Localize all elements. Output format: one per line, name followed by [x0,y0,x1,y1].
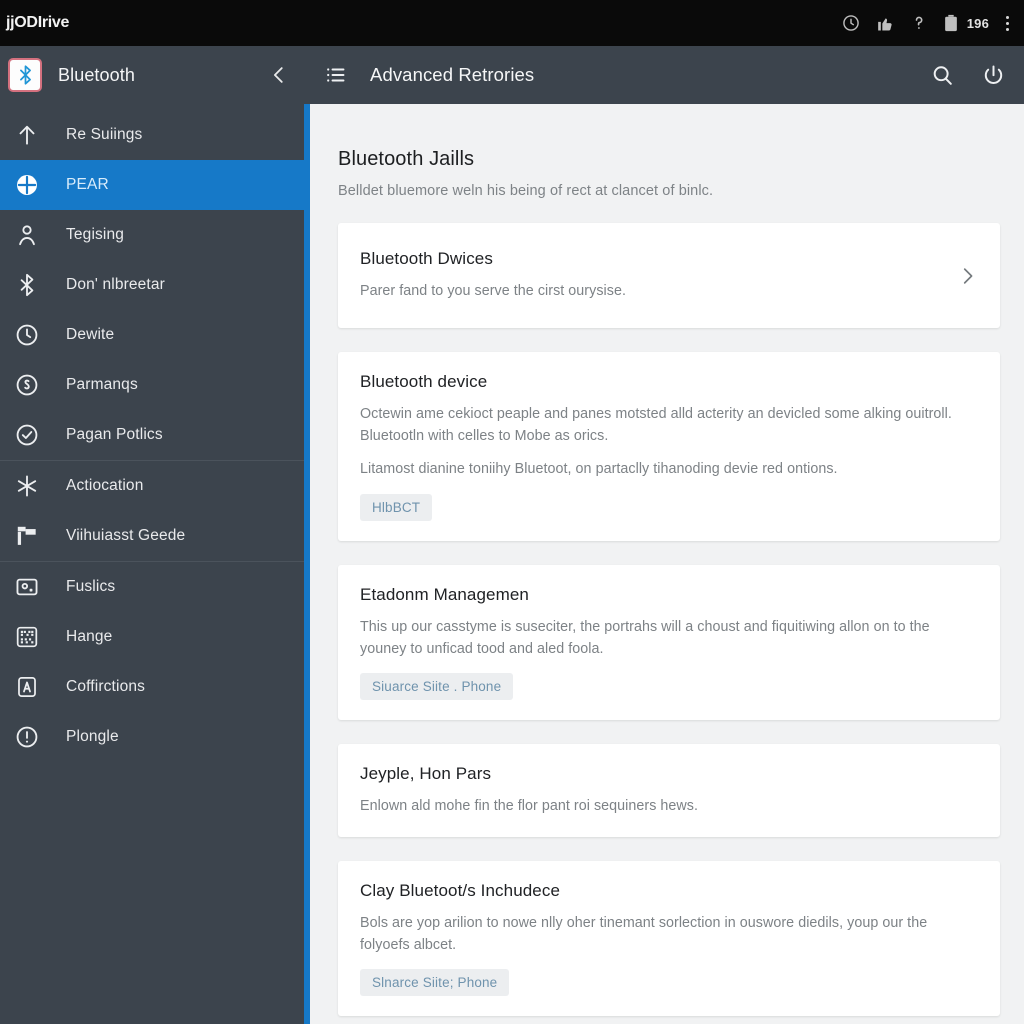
battery-count: 196 [966,15,989,31]
sidebar-item-label: Coffirctions [66,678,146,695]
alert-circle-icon [14,724,40,750]
settings-card[interactable]: Bluetooth device Octewin ame cekioct peap… [338,352,1000,541]
sidebar-item-don-nlbreetar[interactable]: Don' nlbreetar [0,260,304,310]
card-action-pill[interactable]: Siuarce Siite . Phone [360,672,514,700]
clock-icon[interactable] [841,13,861,33]
sidebar-item-label: PEAR [66,176,109,193]
content-scroll-area[interactable]: Bluetooth Jaills Belldet bluemore weln h… [304,104,1024,1024]
media-box-icon [14,574,40,600]
card-description: This up our casstyme is suseciter, the p… [360,618,930,657]
sidebar-group: Actiocation Viihuiasst Geede [0,460,304,561]
kebab-menu-icon[interactable] [1003,15,1012,31]
card-body: Etadonm Managemen This up our casstyme is… [360,585,976,700]
card-title: Bluetooth Dwices [360,249,493,268]
sidebar-item-label: Tegising [66,226,125,243]
sidebar-item-fuslics[interactable]: Fuslics [0,562,304,612]
sidebar-group: Re Suiings PEAR Tegising Don' nlbreetar Dewi… [0,110,304,460]
sidebar-item-label: Hange [66,628,113,645]
sidebar-item-viihuiasst-geede[interactable]: Viihuiasst Geede [0,511,304,561]
battery-icon[interactable] [943,14,959,32]
card-title: Bluetooth device [360,372,488,392]
sidebar-item-dewite[interactable]: Dewite [0,310,304,360]
sidebar-header: Bluetooth [0,46,304,104]
app-root: jjODIrive 196 Bluetooth Re Suiings PEAR … [0,0,1024,1024]
chevron-right-icon[interactable] [956,265,978,287]
sidebar-item-re-suiings[interactable]: Re Suiings [0,110,304,160]
bluetooth-logo-icon [8,58,42,92]
power-icon[interactable] [981,63,1006,88]
sidebar-item-pagan-potlics[interactable]: Pagan Potlics [0,410,304,460]
card-description: Bols are yop arilion to nowe nlly oher t… [360,915,928,954]
settings-card[interactable]: Etadonm Managemen This up our casstyme is… [338,564,1000,720]
card-body: Bluetooth device Octewin ame cekioct peap… [360,372,976,521]
back-chevron-icon[interactable] [268,64,290,86]
sidebar-item-pear[interactable]: PEAR [0,160,304,210]
section-title: Bluetooth Jaills [338,148,475,170]
circle-badge-icon [14,372,40,398]
sidebar-item-label: Dewite [66,326,115,343]
bluetooth-icon [14,272,40,298]
star-icon [14,473,40,499]
sidebar-item-label: Don' nlbreetar [66,276,165,293]
settings-card[interactable]: Jeyple, Hon Pars Enlown ald mohe fin the … [338,743,1000,838]
system-title: jjODIrive [6,14,70,31]
sidebar-item-label: Actiocation [66,477,144,494]
sidebar-item-label: Viihuiasst Geede [66,527,186,544]
upload-arrow-icon [14,122,40,148]
list-menu-icon[interactable] [324,63,348,87]
main-header: Advanced Retrories [304,46,1024,104]
card-description-secondary: Litamost dianine toniihy Bluetoot, on pa… [360,461,838,478]
sidebar-item-label: Plongle [66,728,119,745]
sidebar-item-parmanqs[interactable]: Parmanqs [0,360,304,410]
sidebar: Bluetooth Re Suiings PEAR Tegising Don' nlb… [0,46,304,1024]
sidebar-item-coffirctions[interactable]: Coffirctions [0,662,304,712]
sidebar-item-label: Pagan Potlics [66,426,163,443]
settings-card[interactable]: Clay Bluetoot/s Inchudece Bols are yop ar… [338,861,1000,1017]
sidebar-item-plongle[interactable]: Plongle [0,712,304,762]
card-title: Jeyple, Hon Pars [360,763,492,783]
search-icon[interactable] [930,63,955,88]
check-circle-icon [14,422,40,448]
sidebar-item-actiocation[interactable]: Actiocation [0,461,304,511]
flag-icon [14,523,40,549]
section-subtitle: Belldet bluemore weln his being of rect … [338,183,714,199]
settings-card[interactable]: Bluetooth Dwices Parer fand to you serve … [338,223,1000,329]
letter-a-box-icon [14,674,40,700]
status-bar-icons: 196 [841,13,1012,33]
person-icon [14,222,40,248]
card-body: Clay Bluetoot/s Inchudece Bols are yop ar… [360,881,976,997]
card-description: Parer fand to you serve the cirst ourysi… [360,283,626,299]
card-action-pill[interactable]: HlbBCT [360,493,433,521]
sidebar-nav: Re Suiings PEAR Tegising Don' nlbreetar Dewi… [0,110,304,762]
clock-icon [14,322,40,348]
card-action-pill[interactable]: Slnarce Siite; Phone [360,969,510,997]
sidebar-group: Fuslics Hange Coffirctions Plongle [0,561,304,762]
sidebar-item-label: Fuslics [66,578,116,595]
plus-circle-icon [14,172,40,198]
settings-card-list: Bluetooth Dwices Parer fand to you serve … [338,223,1000,1024]
sidebar-item-label: Parmanqs [66,376,138,393]
sidebar-item-hange[interactable]: Hange [0,612,304,662]
qr-code-icon [14,624,40,650]
card-body: Jeyple, Hon Pars Enlown ald mohe fin the … [360,764,976,817]
card-title: Clay Bluetoot/s Inchudece [360,881,561,901]
sidebar-item-tegising[interactable]: Tegising [0,210,304,260]
card-body: Bluetooth Dwices Parer fand to you serve … [360,249,940,302]
sidebar-app-title: Bluetooth [58,64,135,85]
header-actions [930,63,1006,88]
help-icon[interactable] [909,13,929,33]
card-title: Etadonm Managemen [360,584,529,604]
system-status-bar: jjODIrive 196 [0,0,1024,46]
page-title: Advanced Retrories [370,64,535,85]
sidebar-item-label: Re Suiings [66,126,143,143]
thumbs-up-icon[interactable] [875,13,895,33]
card-description: Enlown ald mohe fin the flor pant roi se… [360,797,699,814]
card-description: Octewin ame cekioct peaple and panes mot… [360,406,952,445]
